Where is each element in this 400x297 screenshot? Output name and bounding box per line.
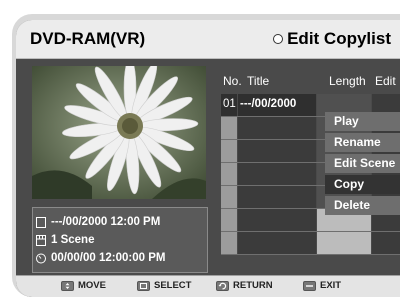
exit-icon [303, 280, 316, 291]
circle-icon [273, 34, 284, 44]
return-label: RETURN [233, 280, 273, 291]
table-header: No. Title Length Edit [221, 74, 400, 90]
calendar-icon [36, 216, 46, 228]
return-hint: RETURN [216, 280, 273, 291]
menu-title-label: Edit Copylist [287, 29, 391, 48]
menu-title: Edit Copylist [273, 29, 391, 49]
info-date: ---/00/2000 12:00 PM [51, 216, 161, 228]
popup-item-copy[interactable]: Copy [325, 175, 400, 194]
copylist-screen: DVD-RAM(VR) Edit Copylist ---/00/2000 12… [16, 20, 400, 297]
row-number: 01 [223, 98, 236, 110]
col-edit: Edit [375, 74, 396, 88]
col-no: No. [223, 74, 242, 88]
return-icon [216, 280, 229, 291]
move-icon [61, 280, 74, 291]
row-title: ---/00/2000 [240, 98, 297, 110]
film-icon [36, 234, 46, 246]
info-time-row: 00/00/00 12:00:00 PM [33, 249, 207, 267]
disc-type-title: DVD-RAM(VR) [30, 29, 146, 48]
col-length: Length [329, 74, 366, 88]
header-bar: DVD-RAM(VR) Edit Copylist [16, 20, 400, 59]
move-hint: MOVE [61, 280, 106, 291]
popup-item-rename[interactable]: Rename [325, 133, 400, 152]
select-hint: SELECT [137, 280, 191, 291]
clock-icon [36, 253, 46, 263]
info-scenes-row: 1 Scene [33, 231, 207, 249]
col-title: Title [247, 74, 270, 88]
flower-image [32, 66, 206, 199]
info-scenes: 1 Scene [51, 234, 95, 246]
popup-item-delete[interactable]: Delete [325, 196, 400, 215]
move-label: MOVE [78, 280, 106, 291]
exit-label: EXIT [320, 280, 342, 291]
edit-popup-menu: Play Rename Edit Scene Copy Delete [325, 112, 400, 217]
exit-hint: EXIT [303, 280, 341, 291]
info-date-row: ---/00/2000 12:00 PM [33, 213, 207, 231]
table-row[interactable] [221, 232, 400, 255]
info-panel: ---/00/2000 12:00 PM 1 Scene 00/00/00 12… [32, 207, 208, 273]
video-preview [32, 66, 206, 199]
select-icon [137, 280, 150, 291]
popup-item-edit-scene[interactable]: Edit Scene [325, 154, 400, 173]
footer-bar: MOVE SELECT RETURN EXIT [16, 275, 400, 297]
popup-item-play[interactable]: Play [325, 112, 400, 131]
select-label: SELECT [154, 280, 192, 291]
info-time: 00/00/00 12:00:00 PM [51, 252, 166, 264]
